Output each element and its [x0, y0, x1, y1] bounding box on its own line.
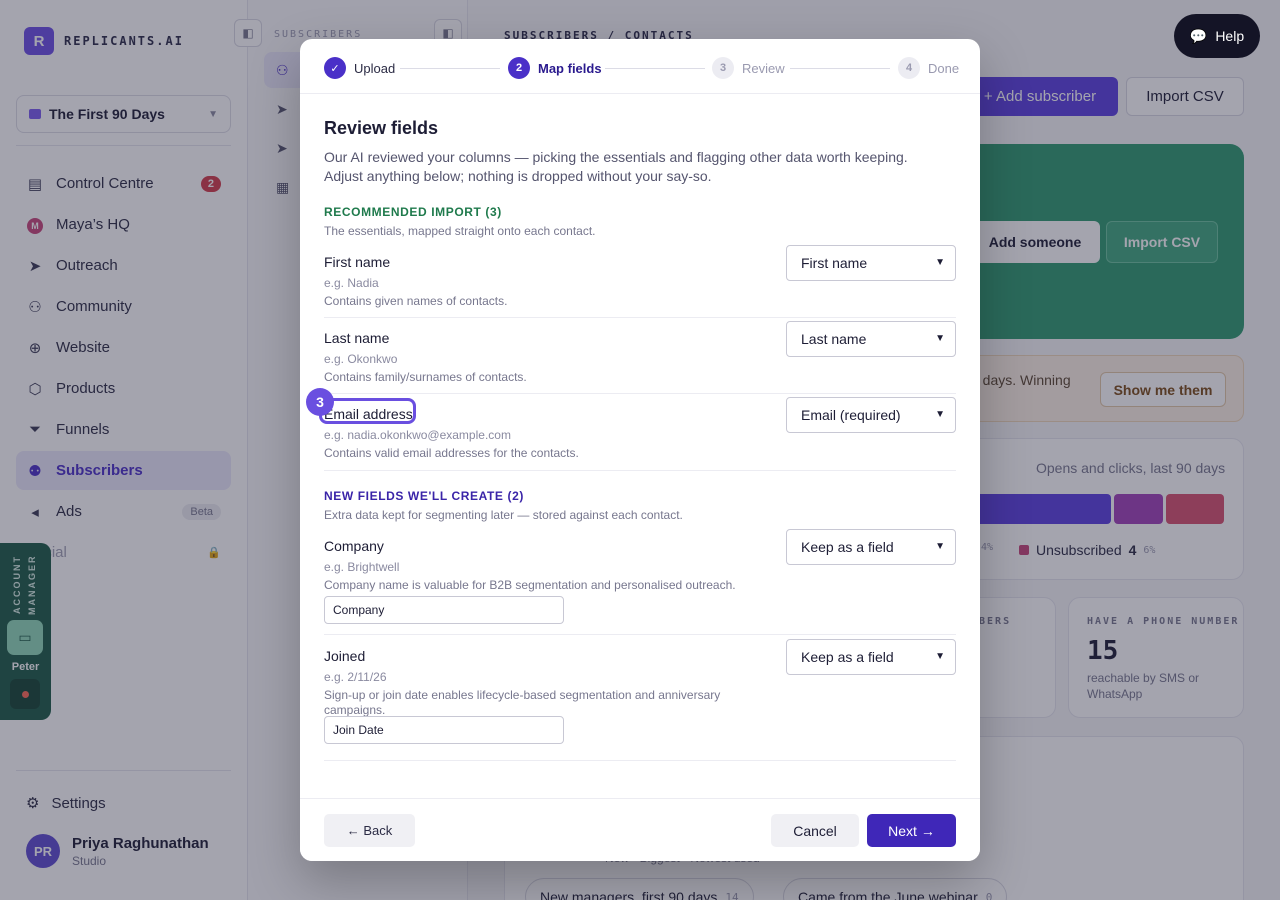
- chevron-down-icon: ▼: [935, 257, 945, 268]
- field-example: e.g. Nadia: [324, 276, 379, 290]
- field-example: e.g. Okonkwo: [324, 352, 398, 366]
- step-number: 2: [508, 57, 530, 79]
- step-label: Done: [928, 60, 960, 76]
- field-note: Company name is valuable for B2B segment…: [324, 578, 736, 592]
- field-name: Joined: [324, 648, 366, 664]
- select-value: Email (required): [801, 407, 901, 423]
- import-modal: ✓ Upload 2 Map fields 3 Review 4 Done Re…: [300, 39, 980, 861]
- field-mapping-select[interactable]: First name ▼: [786, 245, 956, 281]
- step-upload: ✓ Upload: [324, 57, 395, 79]
- field-note: Contains valid email addresses for the c…: [324, 446, 579, 460]
- field-name-input[interactable]: Company: [324, 596, 564, 624]
- field-name-input[interactable]: Join Date: [324, 716, 564, 744]
- modal-footer: ← Back Cancel Next →: [300, 798, 980, 861]
- field-row: Joined e.g. 2/11/26 Sign-up or join date…: [324, 639, 956, 761]
- chevron-down-icon: ▼: [935, 409, 945, 420]
- step-number: 4: [898, 57, 920, 79]
- step-connector: [400, 68, 500, 69]
- new-fields-section-subtitle: Extra data kept for segmenting later — s…: [324, 508, 683, 522]
- select-value: Keep as a field: [801, 649, 894, 665]
- select-value: First name: [801, 255, 868, 271]
- field-example: e.g. 2/11/26: [324, 670, 387, 684]
- field-name: Company: [324, 538, 384, 554]
- field-name: Last name: [324, 330, 390, 346]
- field-note: Contains given names of contacts.: [324, 294, 508, 308]
- modal-title: Review fields: [324, 118, 439, 138]
- step-review: 3 Review: [712, 57, 785, 79]
- new-fields-section-title: NEW FIELDS WE'LL CREATE (2): [324, 489, 524, 503]
- step-number: 3: [712, 57, 734, 79]
- chevron-down-icon: ▼: [935, 541, 945, 552]
- next-button[interactable]: Next →: [867, 814, 956, 847]
- step-label: Map fields: [538, 60, 602, 76]
- step-label: Upload: [354, 60, 396, 76]
- highlight-marker: 3: [306, 388, 334, 416]
- chat-bubble-icon: 💬: [1189, 27, 1208, 44]
- field-row: First name e.g. Nadia Contains given nam…: [324, 245, 956, 318]
- field-row: Company e.g. Brightwell Company name is …: [324, 529, 956, 635]
- back-button[interactable]: ← Back: [324, 814, 415, 847]
- recommended-section-subtitle: The essentials, mapped straight onto eac…: [324, 224, 596, 238]
- field-mapping-select[interactable]: Keep as a field ▼: [786, 529, 956, 565]
- field-row: Last name e.g. Okonkwo Contains family/s…: [324, 321, 956, 394]
- step-connector: [605, 68, 705, 69]
- cancel-button[interactable]: Cancel: [771, 814, 859, 847]
- field-mapping-select[interactable]: Email (required) ▼: [786, 397, 956, 433]
- check-icon: ✓: [324, 57, 346, 79]
- step-done: 4 Done: [898, 57, 959, 79]
- field-mapping-select[interactable]: Last name ▼: [786, 321, 956, 357]
- field-example: e.g. nadia.okonkwo@example.com: [324, 428, 511, 442]
- step-map-fields: 2 Map fields: [508, 57, 602, 79]
- recommended-section-title: RECOMMENDED IMPORT (3): [324, 205, 502, 219]
- step-label: Review: [742, 60, 785, 76]
- chevron-down-icon: ▼: [935, 651, 945, 662]
- help-button[interactable]: 💬 Help: [1174, 14, 1260, 58]
- step-connector: [790, 68, 890, 69]
- field-example: e.g. Brightwell: [324, 560, 400, 574]
- modal-body: Review fields Our AI reviewed your colum…: [306, 94, 956, 797]
- select-value: Last name: [801, 331, 867, 347]
- stepper: ✓ Upload 2 Map fields 3 Review 4 Done: [300, 39, 980, 94]
- field-row: Email address 3 e.g. nadia.okonkwo@examp…: [306, 388, 956, 471]
- field-note: Contains family/surnames of contacts.: [324, 370, 527, 384]
- field-note: Sign-up or join date enables lifecycle-b…: [324, 688, 721, 717]
- field-name: First name: [324, 254, 391, 270]
- chevron-down-icon: ▼: [935, 333, 945, 344]
- field-mapping-select[interactable]: Keep as a field ▼: [786, 639, 956, 675]
- select-value: Keep as a field: [801, 539, 894, 555]
- help-label: Help: [1215, 28, 1245, 44]
- modal-description: Our AI reviewed your columns — picking t…: [324, 149, 908, 184]
